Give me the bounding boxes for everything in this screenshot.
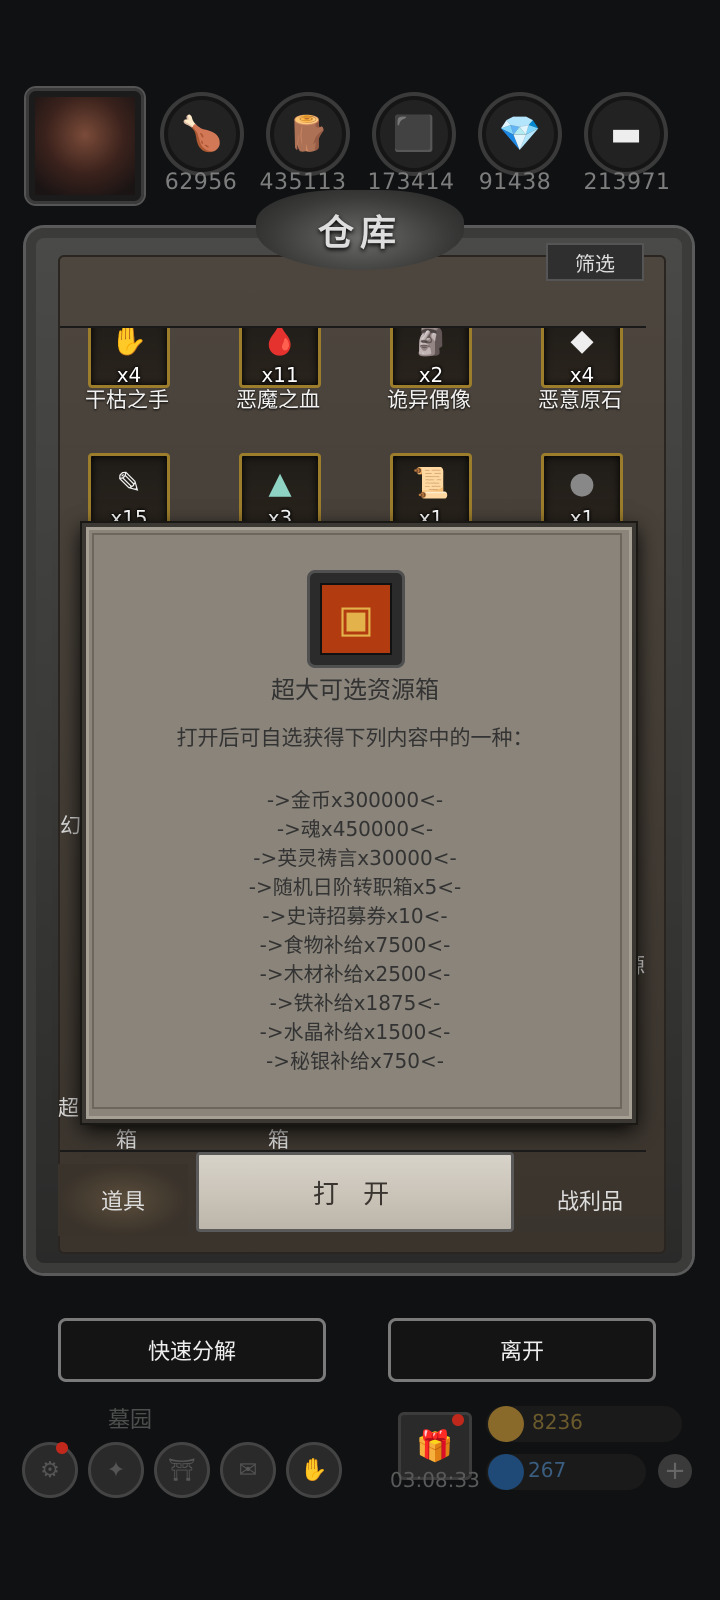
chest-icon-frame: ▣ [307, 570, 405, 668]
filter-button[interactable]: 筛选 [546, 243, 644, 281]
scroll-icon: 📜 [412, 466, 450, 501]
option-item: ->英灵祷言x30000<- [253, 846, 457, 870]
popup-title: 超大可选资源箱 [271, 676, 439, 704]
ore-icon: ◆ [570, 323, 594, 358]
mail-icon[interactable]: ✉ [220, 1442, 276, 1498]
option-item: ->史诗招募券x10<- [262, 904, 448, 928]
iron-icon: ⬛ [372, 92, 456, 176]
blood-icon: 🩸 [261, 323, 299, 358]
mithril-icon: ▬ [584, 92, 668, 176]
powder-icon: ▲ [268, 466, 292, 501]
option-item: ->木材补给x2500<- [259, 962, 451, 986]
item-slot[interactable]: 📜 x1 [390, 453, 472, 531]
gem-icon [488, 1454, 524, 1490]
page-title: 仓库 [317, 213, 402, 254]
stone-icon: ● [568, 466, 596, 501]
gold-value: 8236 [532, 1410, 583, 1434]
option-item: ->水晶补给x1500<- [259, 1020, 451, 1044]
claw-icon: ✎ [116, 466, 142, 501]
title-plate: 仓库 [256, 190, 464, 270]
star-icon[interactable]: ✦ [88, 1442, 144, 1498]
gold-coin-icon [488, 1406, 524, 1442]
idol-icon: 🗿 [412, 323, 450, 358]
countdown-timer: 03:08:33 [390, 1468, 480, 1492]
option-item: ->铁补给x1875<- [269, 991, 441, 1015]
treasure-chest-icon: ▣ [320, 583, 392, 655]
leave-button[interactable]: 离开 [388, 1318, 656, 1382]
tab-items[interactable]: 道具 [58, 1164, 188, 1236]
item-slot[interactable]: ▲ x3 [239, 453, 321, 531]
settings-icon[interactable]: ⚙ [22, 1442, 78, 1498]
scroll-clip [60, 300, 646, 328]
mithril-value: 213971 [583, 170, 671, 195]
wood-icon: 🪵 [266, 92, 350, 176]
food-icon: 🍗 [160, 92, 244, 176]
option-item: ->魂x450000<- [276, 817, 434, 841]
open-button[interactable]: 打 开 [196, 1152, 514, 1232]
crystal-value: 91438 [478, 170, 552, 195]
option-item: ->金币x300000<- [266, 788, 444, 812]
option-item: ->食物补给x7500<- [259, 933, 451, 957]
item-name: 诡异偶像 [387, 388, 471, 412]
item-name: 干枯之手 [85, 388, 169, 412]
grid-divider-top [60, 326, 646, 328]
add-icon[interactable]: + [658, 1454, 692, 1488]
gate-icon[interactable]: ⛩ [154, 1442, 210, 1498]
handshake-icon[interactable]: ✋ [286, 1442, 342, 1498]
crystal-icon: 💎 [478, 92, 562, 176]
tab-loot[interactable]: 战利品 [522, 1164, 658, 1236]
notification-dot [56, 1442, 68, 1454]
gift-notification-dot [452, 1414, 464, 1426]
popup-description: 打开后可自选获得下列内容中的一种： [176, 726, 534, 750]
gem-value: 267 [528, 1458, 567, 1482]
quick-decompose-button[interactable]: 快速分解 [58, 1318, 326, 1382]
item-name: 恶意原石 [538, 388, 622, 412]
item-slot[interactable]: ● x1 [541, 453, 623, 531]
hero-portrait[interactable] [26, 88, 144, 204]
food-value: 62956 [164, 170, 238, 195]
location-label: 墓园 [108, 1408, 153, 1433]
option-item: ->秘银补给x750<- [266, 1049, 444, 1073]
option-item: ->随机日阶转职箱x5<- [248, 875, 462, 899]
hand-icon: ✋ [110, 323, 148, 358]
item-slot[interactable]: ✎ x15 [88, 453, 170, 531]
item-name-fragment: 超 [58, 1096, 79, 1120]
item-name-fragment: 幻 [60, 814, 81, 838]
item-name: 恶魔之血 [236, 388, 320, 412]
